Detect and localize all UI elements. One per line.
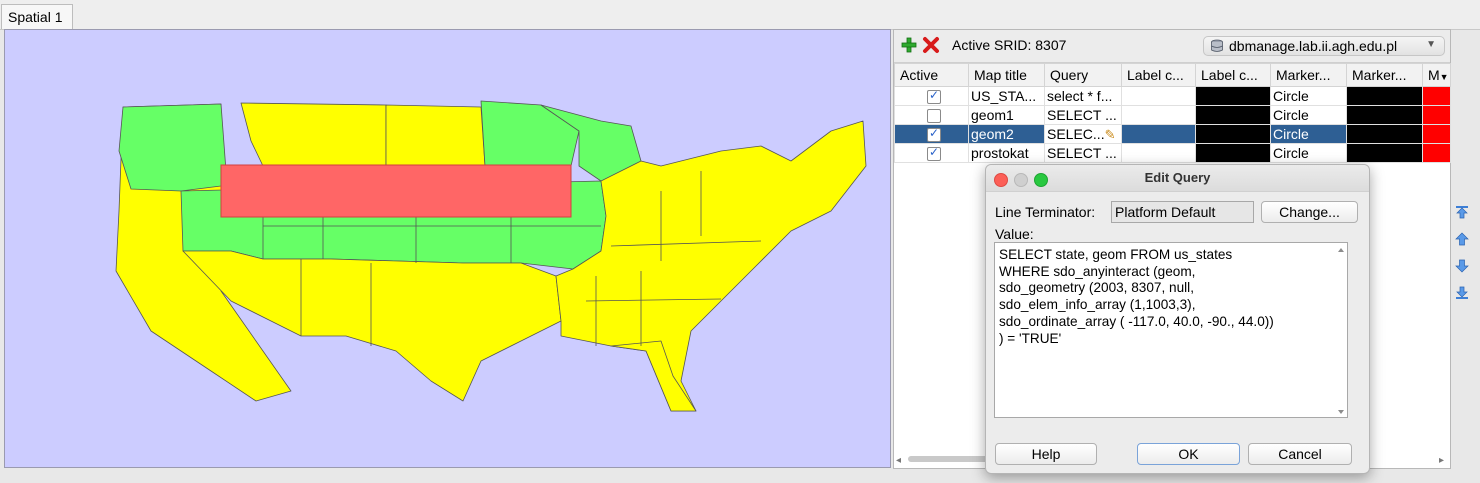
active-checkbox[interactable] — [927, 126, 941, 142]
map-region-pacific-northwest — [118, 103, 227, 192]
vertical-scrollbar[interactable] — [1337, 247, 1345, 415]
marker-shape-cell[interactable]: Circle — [1270, 124, 1347, 144]
active-checkbox-cell[interactable] — [894, 86, 969, 106]
move-up-icon[interactable] — [1455, 232, 1469, 246]
label-column-cell[interactable] — [1121, 86, 1196, 106]
query-cell[interactable]: SELEC...✎ — [1044, 124, 1122, 144]
line-terminator-label: Line Terminator: — [995, 204, 1096, 220]
change-button[interactable]: Change... — [1261, 201, 1358, 223]
tab-spatial-1[interactable]: Spatial 1 — [1, 4, 74, 29]
connection-name: dbmanage.lab.ii.agh.edu.pl — [1229, 38, 1398, 54]
table-row[interactable]: geom1 SELECT ... Circle — [894, 105, 1451, 125]
label-column-cell[interactable] — [1121, 143, 1196, 163]
value-label: Value: — [995, 226, 1034, 242]
label-color-swatch[interactable] — [1195, 143, 1271, 163]
m-color-swatch[interactable] — [1422, 124, 1451, 144]
svg-text:▸: ▸ — [1439, 455, 1444, 464]
dialog-title-bar: Edit Query — [986, 165, 1369, 192]
line-terminator-field: Platform Default — [1111, 201, 1254, 223]
marker-shape-cell[interactable]: Circle — [1270, 143, 1347, 163]
active-checkbox-cell[interactable] — [894, 124, 969, 144]
table-row-selected[interactable]: geom2 SELEC...✎ Circle — [894, 124, 1451, 144]
column-header-label-color[interactable]: Label c... — [1195, 63, 1271, 87]
marker-color-swatch[interactable] — [1346, 86, 1423, 106]
column-header-marker-shape[interactable]: Marker... — [1270, 63, 1347, 87]
layers-table: Active Map title Query Label c... Label … — [894, 63, 1451, 163]
column-menu-icon[interactable]: ▼ — [1440, 72, 1449, 82]
label-column-cell[interactable] — [1121, 124, 1196, 144]
active-checkbox-cell[interactable] — [894, 105, 969, 125]
query-rectangle — [220, 164, 572, 218]
edit-query-dialog: Edit Query Line Terminator: Platform Def… — [985, 164, 1370, 474]
layers-toolbar: Active SRID: 8307 dbmanage.lab.ii.agh.ed… — [894, 30, 1450, 63]
m-color-swatch[interactable] — [1422, 105, 1451, 125]
ok-button[interactable]: OK — [1137, 443, 1240, 465]
marker-color-swatch[interactable] — [1346, 124, 1423, 144]
column-header-map-title[interactable]: Map title — [968, 63, 1045, 87]
map-region-montana — [240, 102, 387, 167]
query-cell[interactable]: SELECT ... — [1044, 105, 1122, 125]
label-color-swatch[interactable] — [1195, 86, 1271, 106]
map-region-dakotas — [385, 104, 486, 167]
m-color-swatch[interactable] — [1422, 86, 1451, 106]
label-column-cell[interactable] — [1121, 105, 1196, 125]
svg-text:◂: ◂ — [896, 455, 901, 464]
tab-bar: Spatial 1 — [0, 0, 1480, 30]
map-title-cell[interactable]: prostokat — [968, 143, 1045, 163]
dialog-title: Edit Query — [1144, 170, 1211, 185]
pencil-icon[interactable]: ✎ — [1105, 127, 1116, 142]
move-down-icon[interactable] — [1455, 259, 1469, 273]
table-header-row: Active Map title Query Label c... Label … — [894, 63, 1451, 87]
marker-shape-cell[interactable]: Circle — [1270, 105, 1347, 125]
query-value-text[interactable]: SELECT state, geom FROM us_states WHERE … — [995, 243, 1347, 347]
column-header-m[interactable]: M▼ — [1422, 63, 1451, 87]
chevron-down-icon: ▼ — [1426, 39, 1436, 50]
column-header-query[interactable]: Query — [1044, 63, 1122, 87]
connection-select[interactable]: dbmanage.lab.ii.agh.edu.pl ▼ — [1203, 36, 1445, 56]
query-cell-text: SELEC... — [1047, 125, 1105, 142]
table-row[interactable]: prostokat SELECT ... Circle — [894, 143, 1451, 163]
active-checkbox[interactable] — [927, 145, 941, 161]
active-srid-label: Active SRID: 8307 — [952, 37, 1067, 53]
add-icon[interactable] — [900, 36, 918, 54]
database-icon — [1211, 39, 1223, 52]
cancel-button[interactable]: Cancel — [1248, 443, 1352, 465]
column-header-active[interactable]: Active — [894, 63, 969, 87]
query-cell[interactable]: select * f... — [1044, 86, 1122, 106]
layer-order-buttons — [1455, 205, 1471, 313]
move-to-bottom-icon[interactable] — [1455, 286, 1469, 300]
map-title-cell[interactable]: US_STA... — [968, 86, 1045, 106]
query-value-textarea[interactable]: SELECT state, geom FROM us_states WHERE … — [994, 242, 1348, 418]
marker-color-swatch[interactable] — [1346, 143, 1423, 163]
map-title-cell[interactable]: geom1 — [968, 105, 1045, 125]
column-header-label-column[interactable]: Label c... — [1121, 63, 1196, 87]
remove-icon[interactable] — [922, 36, 940, 54]
move-to-top-icon[interactable] — [1455, 205, 1469, 219]
help-button[interactable]: Help — [995, 443, 1097, 465]
map-region-minnesota — [480, 100, 580, 167]
label-color-swatch[interactable] — [1195, 105, 1271, 125]
map-canvas[interactable] — [4, 29, 891, 468]
column-header-marker-color[interactable]: Marker... — [1346, 63, 1423, 87]
marker-color-swatch[interactable] — [1346, 105, 1423, 125]
label-color-swatch[interactable] — [1195, 124, 1271, 144]
table-row[interactable]: US_STA... select * f... Circle — [894, 86, 1451, 106]
m-color-swatch[interactable] — [1422, 143, 1451, 163]
us-states-map — [115, 100, 867, 412]
marker-shape-cell[interactable]: Circle — [1270, 86, 1347, 106]
active-checkbox[interactable] — [927, 88, 941, 104]
active-checkbox-cell[interactable] — [894, 143, 969, 163]
map-title-cell[interactable]: geom2 — [968, 124, 1045, 144]
active-checkbox[interactable] — [927, 108, 941, 123]
query-cell[interactable]: SELECT ... — [1044, 143, 1122, 163]
